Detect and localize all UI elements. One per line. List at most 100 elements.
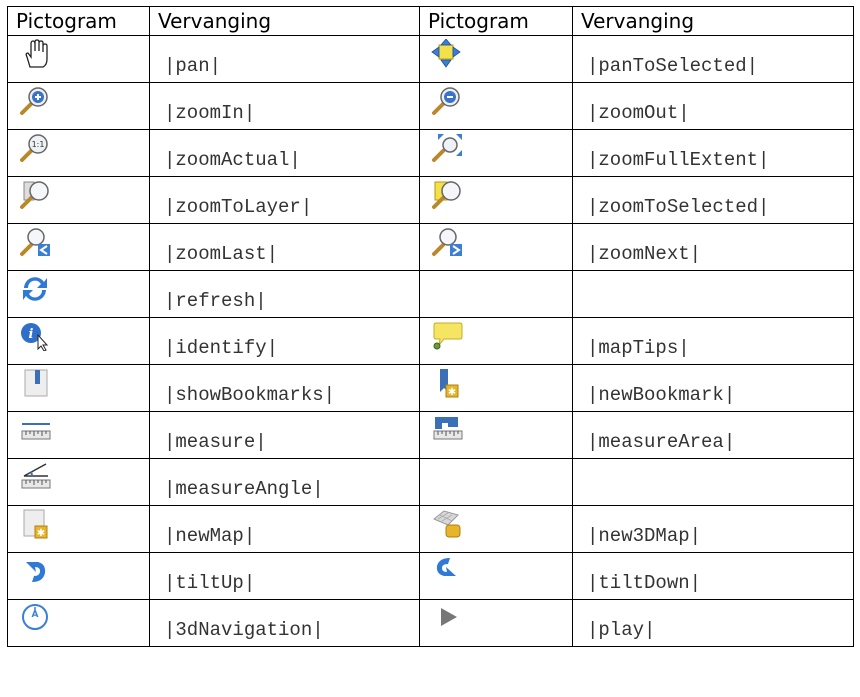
replacement-text: |newBookmark|: [587, 384, 736, 406]
pictogram-cell: [7, 364, 150, 412]
svg-text:1:1: 1:1: [32, 140, 45, 149]
replacement-text: |newMap|: [164, 525, 256, 547]
header-vervanging-2: Vervanging: [572, 6, 854, 36]
pictogram-cell: [419, 411, 573, 459]
replacement-text: |refresh|: [164, 290, 267, 312]
replacement-text: |zoomToLayer|: [164, 196, 313, 218]
replacement-cell: [572, 270, 854, 318]
replacement-text: |measure|: [164, 431, 267, 453]
replacement-cell: |measureArea|: [572, 411, 854, 459]
replacement-cell: |zoomNext|: [572, 223, 854, 271]
pictogram-cell: A: [7, 599, 150, 647]
table-row: 1:1 |zoomActual| |zoomFullExtent|: [7, 129, 854, 177]
identify-icon: i: [18, 321, 52, 351]
replacement-text: |zoomIn|: [164, 102, 256, 124]
zoom-last-icon: [18, 227, 52, 257]
pictogram-cell: i: [7, 317, 150, 365]
replacement-cell: |zoomToLayer|: [149, 176, 420, 224]
pictogram-cell: [7, 458, 150, 506]
replacement-cell: |showBookmarks|: [149, 364, 420, 412]
table-row: |pan| |panToSelected|: [7, 35, 854, 83]
pictogram-cell: [419, 82, 573, 130]
table-row: A |3dNavigation| |play|: [7, 599, 854, 647]
replacement-cell: |tiltUp|: [149, 552, 420, 600]
new-map-icon: ✱: [18, 509, 52, 539]
svg-text:✱: ✱: [448, 387, 456, 398]
3d-navigation-icon: A: [18, 603, 52, 633]
replacement-text: |zoomNext|: [587, 243, 702, 265]
table-row: ✱ |newMap| |new3DMap|: [7, 505, 854, 553]
header-pictogram-1: Pictogram: [7, 6, 150, 36]
replacement-cell: |zoomOut|: [572, 82, 854, 130]
replacement-cell: |3dNavigation|: [149, 599, 420, 647]
zoom-actual-icon: 1:1: [18, 133, 52, 163]
pictogram-cell: [7, 411, 150, 459]
tilt-down-icon: [430, 556, 464, 586]
svg-text:✱: ✱: [37, 528, 45, 539]
pictogram-cell: [7, 552, 150, 600]
replacement-cell: |zoomToSelected|: [572, 176, 854, 224]
map-tips-icon: [430, 321, 464, 351]
replacement-text: |3dNavigation|: [164, 619, 324, 641]
replacement-text: |showBookmarks|: [164, 384, 336, 406]
pictogram-cell: [419, 552, 573, 600]
replacement-text: |measureAngle|: [164, 478, 324, 500]
header-vervanging-1: Vervanging: [149, 6, 420, 36]
replacement-text: |zoomLast|: [164, 243, 279, 265]
pictogram-cell: [7, 223, 150, 271]
replacement-cell: |panToSelected|: [572, 35, 854, 83]
play-icon: [430, 603, 464, 633]
replacement-text: |mapTips|: [587, 337, 690, 359]
pictogram-cell: [419, 35, 573, 83]
header-pictogram-2: Pictogram: [419, 6, 573, 36]
measure-icon: [18, 415, 52, 445]
table-row: |zoomLast| |zoomNext|: [7, 223, 854, 271]
replacement-text: |panToSelected|: [587, 55, 759, 77]
replacement-cell: |measureAngle|: [149, 458, 420, 506]
pictogram-cell: [7, 176, 150, 224]
replacement-text: |tiltDown|: [587, 572, 702, 594]
pictogram-cell: [419, 599, 573, 647]
pictogram-cell: 1:1: [7, 129, 150, 177]
pan-to-selected-icon: [430, 39, 464, 69]
pictogram-cell: ✱: [7, 505, 150, 553]
zoom-to-selected-icon: [430, 180, 464, 210]
pictogram-cell: [419, 129, 573, 177]
pictogram-cell: ✱: [419, 364, 573, 412]
replacement-cell: |identify|: [149, 317, 420, 365]
new-bookmark-icon: ✱: [430, 368, 464, 398]
table-row: |zoomToLayer| |zoomToSelected|: [7, 176, 854, 224]
pictogram-cell: [419, 458, 573, 506]
zoom-to-layer-icon: [18, 180, 52, 210]
replacement-cell: |measure|: [149, 411, 420, 459]
replacement-text: |zoomActual|: [164, 149, 301, 171]
replacement-cell: |newMap|: [149, 505, 420, 553]
pictogram-cell: [419, 317, 573, 365]
zoom-full-extent-icon: [430, 133, 464, 163]
table-row: |measure| |measureArea|: [7, 411, 854, 459]
replacement-cell: |refresh|: [149, 270, 420, 318]
replacement-cell: |tiltDown|: [572, 552, 854, 600]
table-row: |refresh|: [7, 270, 854, 318]
tilt-up-icon: [18, 556, 52, 586]
measure-area-icon: [430, 415, 464, 445]
replacement-text: |pan|: [164, 55, 222, 77]
table-row: |measureAngle|: [7, 458, 854, 506]
measure-angle-icon: [18, 462, 52, 492]
show-bookmarks-icon: [18, 368, 52, 398]
replacement-text: |zoomOut|: [587, 102, 690, 124]
replacement-cell: |play|: [572, 599, 854, 647]
replacement-cell: |zoomIn|: [149, 82, 420, 130]
pictogram-cell: [419, 270, 573, 318]
replacement-text: |measureArea|: [587, 431, 736, 453]
replacement-cell: [572, 458, 854, 506]
pictogram-cell: [7, 270, 150, 318]
table-row: |showBookmarks| ✱ |newBookmark|: [7, 364, 854, 412]
replacement-cell: |zoomFullExtent|: [572, 129, 854, 177]
hand-pan-icon: [18, 39, 52, 69]
table-row: |tiltUp| |tiltDown|: [7, 552, 854, 600]
pictogram-cell: [7, 82, 150, 130]
svg-text:i: i: [29, 327, 34, 342]
zoom-next-icon: [430, 227, 464, 257]
pictogram-cell: [419, 505, 573, 553]
